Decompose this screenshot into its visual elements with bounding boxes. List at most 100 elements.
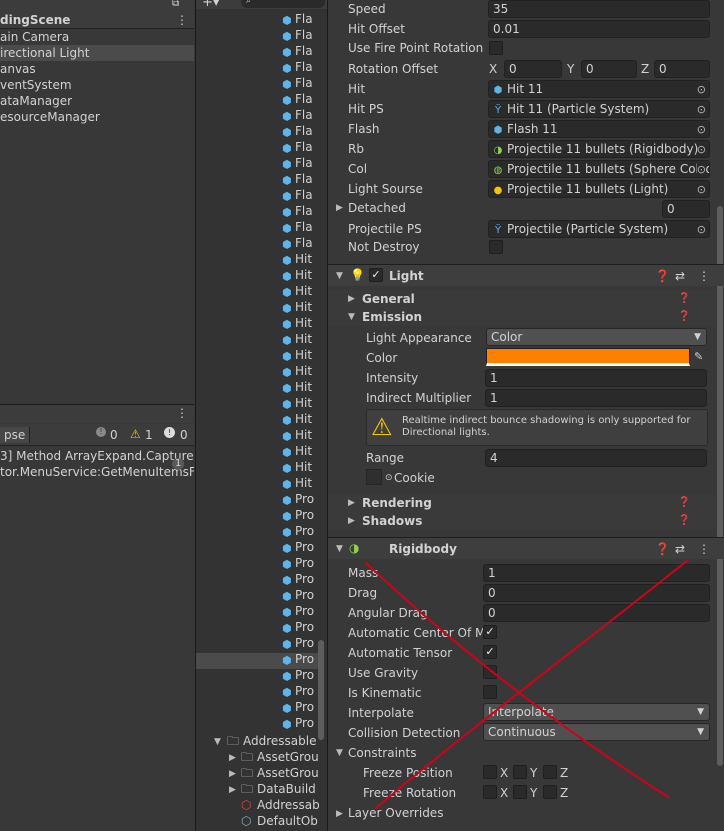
project-item[interactable]: ⬢ Pro (282, 651, 314, 667)
more-icon[interactable]: ⋮ (176, 12, 188, 28)
hierarchy-item[interactable]: anvas (0, 61, 36, 77)
constraints-label[interactable]: Constraints (348, 745, 416, 761)
help-icon[interactable]: ❓ (655, 268, 670, 284)
object-picker-icon[interactable]: ⊙ (697, 182, 706, 197)
detached-label[interactable]: Detached (348, 200, 406, 216)
rigidbody-component-header[interactable]: ▼ ◑ Rigidbody ❓ ⇄ ⋮ (328, 537, 724, 559)
project-item[interactable]: ⬢ Pro (282, 683, 314, 699)
project-item[interactable]: ⬢ Hit (282, 427, 312, 443)
project-item[interactable]: ⬢ Fla (282, 43, 313, 59)
rotation-y-field[interactable]: 0 (581, 60, 637, 78)
error-icon[interactable]: ! (164, 427, 175, 438)
asset-label[interactable]: DefaultOb (257, 813, 318, 829)
help-icon[interactable]: ❓ (678, 291, 690, 307)
project-item[interactable]: ⬢ Fla (282, 107, 313, 123)
project-item[interactable]: ⬢ Fla (282, 171, 313, 187)
project-item[interactable]: ⬢ Pro (282, 619, 314, 635)
object-picker-icon[interactable]: ⊙ (697, 142, 706, 157)
intensity-field[interactable]: 1 (485, 369, 707, 387)
project-item[interactable]: ⬢ Pro (282, 603, 314, 619)
project-item[interactable]: ⬢ Hit (282, 283, 312, 299)
project-item[interactable]: ⬢ Pro (282, 699, 314, 715)
project-item[interactable]: ⬢ Hit (282, 411, 312, 427)
mass-field[interactable]: 1 (483, 564, 710, 582)
help-icon[interactable]: ❓ (678, 513, 690, 529)
expand-arrow-icon[interactable]: ▼ (214, 734, 221, 750)
is-kinematic-checkbox[interactable] (483, 685, 497, 699)
expand-arrow-icon[interactable]: ▶ (229, 750, 236, 766)
project-item[interactable]: ⬢ Hit (282, 267, 312, 283)
project-item[interactable]: ⬢ Fla (282, 155, 313, 171)
more-icon[interactable]: ⋮ (698, 268, 710, 284)
object-picker-icon[interactable]: ⊙ (697, 122, 706, 137)
add-icon[interactable]: +▾ (202, 0, 219, 11)
more-icon[interactable]: ⋮ (176, 405, 188, 421)
expand-arrow-icon[interactable]: ▶ (348, 495, 355, 511)
search-input[interactable]: ⌕ (241, 0, 325, 8)
object-picker-icon[interactable]: ⊙ (385, 470, 393, 486)
general-section-header[interactable]: ▶ General ❓ (328, 290, 716, 308)
warning-icon[interactable]: ⚠ (130, 426, 141, 442)
project-item[interactable]: ⬢ Fla (282, 203, 313, 219)
hierarchy-item[interactable]: ataManager (0, 93, 72, 109)
project-item[interactable]: ⬢ Pro (282, 555, 314, 571)
project-item[interactable]: ⬢ Pro (282, 523, 314, 539)
use-fire-point-rotation-checkbox[interactable] (489, 41, 503, 55)
light-appearance-dropdown[interactable]: Color ▼ (486, 328, 707, 346)
project-item[interactable]: ⬢ Pro (282, 715, 314, 731)
collapse-arrow-icon[interactable]: ▼ (336, 745, 343, 761)
shadows-section-header[interactable]: ▶ Shadows ❓ (328, 512, 716, 530)
collapse-button[interactable]: pse (0, 427, 31, 443)
indirect-multiplier-field[interactable]: 1 (485, 389, 707, 407)
help-icon[interactable]: ❓ (678, 495, 690, 511)
rotation-x-field[interactable]: 0 (504, 60, 562, 78)
project-item[interactable]: ⬢ Fla (282, 219, 313, 235)
freeze-position-y-checkbox[interactable] (513, 765, 527, 779)
project-item[interactable]: ⬢ Pro (282, 587, 314, 603)
rb-object-field[interactable]: ◑ Projectile 11 bullets (Rigidbody) ⊙ (488, 140, 710, 158)
project-scrollbar[interactable] (318, 640, 324, 740)
range-field[interactable]: 4 (485, 449, 707, 467)
emission-section-header[interactable]: ▼ Emission ❓ (328, 308, 716, 326)
project-item[interactable]: ⬢ Pro (282, 667, 314, 683)
rendering-section-header[interactable]: ▶ Rendering ❓ (328, 494, 716, 512)
not-destroy-checkbox[interactable] (489, 240, 503, 254)
freeze-position-z-checkbox[interactable] (543, 765, 557, 779)
asset-label[interactable]: Addressab (257, 797, 320, 813)
project-item[interactable]: ⬢ Hit (282, 379, 312, 395)
expand-arrow-icon[interactable]: ▶ (348, 513, 355, 529)
more-icon[interactable]: ⋮ (698, 541, 710, 557)
hierarchy-item[interactable]: ain Camera (0, 29, 69, 45)
rotation-z-field[interactable]: 0 (654, 60, 710, 78)
automatic-tensor-checkbox[interactable]: ✓ (483, 645, 497, 659)
presets-icon[interactable]: ⇄ (675, 268, 685, 284)
project-item[interactable]: ⬢ Hit (282, 475, 312, 491)
console-line[interactable]: 3] Method ArrayExpand.CaptureSce (0, 448, 194, 464)
project-item[interactable]: ⬢ Hit (282, 315, 312, 331)
project-item[interactable]: ⬢ Fla (282, 59, 313, 75)
scene-header[interactable]: dingScene ⋮ (0, 12, 194, 29)
col-object-field[interactable]: ◍ Projectile 11 bullets (Sphere Collid ⊙ (488, 160, 710, 178)
interpolate-dropdown[interactable]: Interpolate ▼ (483, 703, 710, 721)
projectile-ps-object-field[interactable]: Ÿ Projectile (Particle System) ⊙ (488, 220, 710, 238)
expand-arrow-icon[interactable]: ▶ (348, 291, 355, 307)
project-item[interactable]: ⬢ Hit (282, 251, 312, 267)
project-item[interactable]: ⬢ Fla (282, 75, 313, 91)
project-item[interactable]: ⬢ Hit (282, 443, 312, 459)
project-item[interactable]: ⬢ Hit (282, 347, 312, 363)
folder-label[interactable]: AssetGrou (257, 765, 319, 781)
collapse-arrow-icon[interactable]: ▼ (348, 309, 355, 325)
light-component-header[interactable]: ▼ 💡 ✓ Light ❓ ⇄ ⋮ (328, 264, 724, 286)
project-item[interactable]: ⬢ Fla (282, 123, 313, 139)
help-icon[interactable]: ❓ (655, 541, 670, 557)
project-item[interactable]: ⬢ Fla (282, 11, 313, 27)
flash-object-field[interactable]: ⬢ Flash 11 ⊙ (488, 120, 710, 138)
light-enabled-checkbox[interactable]: ✓ (369, 268, 383, 282)
log-icon[interactable]: ! (96, 427, 106, 437)
hierarchy-item[interactable]: ventSystem (0, 77, 72, 93)
help-icon[interactable]: ❓ (678, 309, 690, 325)
folder-label[interactable]: AssetGrou (257, 749, 319, 765)
project-item[interactable]: ⬢ Hit (282, 459, 312, 475)
detached-size-field[interactable]: 0 (662, 200, 710, 218)
folder-label[interactable]: DataBuild (257, 781, 316, 797)
